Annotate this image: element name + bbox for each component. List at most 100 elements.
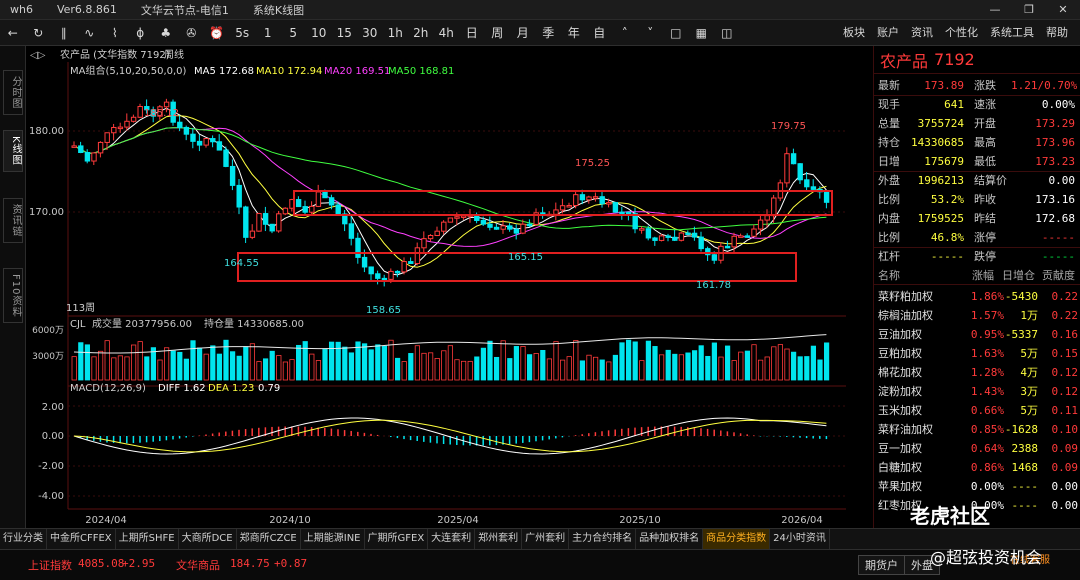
futures-account-button[interactable]: 期货户: [858, 555, 905, 575]
sector-row[interactable]: 苹果加权 0.00% ---- 0.00: [874, 477, 1080, 496]
bottom-tab-5[interactable]: 上期能源INE: [301, 529, 365, 549]
bottom-tab-1[interactable]: 中金所CFFEX: [47, 529, 116, 549]
tab-news-chain[interactable]: 资讯链: [3, 198, 23, 243]
sector-row[interactable]: 淀粉加权 1.43% 3万 0.12: [874, 382, 1080, 401]
trade-icon[interactable]: ✇: [179, 20, 205, 46]
quote-label: 内盘: [878, 212, 900, 225]
candle-body: [665, 235, 671, 238]
tick-icon[interactable]: ϕ: [128, 20, 154, 46]
volume-bar: [229, 351, 236, 381]
ma-group-label[interactable]: MA组合(5,10,20,50,0,0): [70, 64, 187, 77]
line-chart-icon[interactable]: ∿: [77, 20, 103, 46]
menu-news[interactable]: 资讯: [905, 20, 939, 46]
period-5[interactable]: 30: [357, 20, 383, 46]
quote-value: 3755724: [917, 117, 964, 130]
sector-row[interactable]: 菜籽粕加权 1.86% -5430 0.22: [874, 287, 1080, 306]
minimize-button[interactable]: —: [978, 0, 1012, 20]
bottom-tab-8[interactable]: 郑州套利: [475, 529, 523, 549]
kline-chart[interactable]: ◁▷ 农产品 (文华指数 7192) 周线 MA组合(5,10,20,50,0,…: [26, 46, 870, 528]
bottom-tab-12[interactable]: 商品分类指数: [703, 529, 771, 549]
volume-bar: [553, 341, 559, 381]
period-4[interactable]: 15: [332, 20, 358, 46]
sector-col-change[interactable]: 涨幅: [972, 266, 994, 285]
period-8[interactable]: 4h: [434, 20, 460, 46]
menu-help[interactable]: 帮助: [1040, 20, 1074, 46]
sector-row[interactable]: 玉米加权 0.66% 5万 0.11: [874, 401, 1080, 420]
bottom-tab-7[interactable]: 大连套利: [428, 529, 476, 549]
chart-expand-icon[interactable]: ◁▷: [30, 50, 46, 61]
menu-personalize[interactable]: 个性化: [939, 20, 984, 46]
menu-bankuai[interactable]: 板块: [837, 20, 871, 46]
system-kline-menu[interactable]: 系统K线图: [253, 2, 304, 18]
chart-icon[interactable]: ⌇: [102, 20, 128, 46]
sector-oi-change: 1468: [1011, 461, 1039, 474]
period-10[interactable]: 周: [485, 20, 511, 46]
period-0[interactable]: 5s: [230, 20, 256, 46]
period-7[interactable]: 2h: [408, 20, 434, 46]
vol-label[interactable]: CJL: [70, 319, 86, 330]
kline-icon[interactable]: ∥: [51, 20, 77, 46]
candle-body: [579, 194, 586, 201]
chevron-down-icon[interactable]: ˅: [638, 20, 664, 46]
sector-row[interactable]: 棕榈油加权 1.57% 1万 0.22: [874, 306, 1080, 325]
bottom-tab-11[interactable]: 品种加权排名: [636, 529, 704, 549]
volume-bar: [302, 341, 308, 381]
bottom-tab-9[interactable]: 广州套利: [522, 529, 570, 549]
close-button[interactable]: ✕: [1046, 0, 1080, 20]
sector-col-contrib[interactable]: 贡献度: [1042, 266, 1075, 285]
box-icon[interactable]: □: [663, 20, 689, 46]
macd-label[interactable]: MACD(12,26,9): [70, 383, 146, 394]
bottom-tab-13[interactable]: 24小时资讯: [770, 529, 830, 549]
chevron-up-icon[interactable]: ˄: [612, 20, 638, 46]
period-11[interactable]: 月: [510, 20, 536, 46]
period-14[interactable]: 自: [587, 20, 613, 46]
bottom-tab-6[interactable]: 广期所GFEX: [365, 529, 429, 549]
sector-row[interactable]: 豆粕加权 1.63% 5万 0.15: [874, 344, 1080, 363]
sector-col-oi[interactable]: 日增仓: [1002, 266, 1035, 285]
menu-system-tools[interactable]: 系统工具: [984, 20, 1040, 46]
refresh-icon[interactable]: ↻: [26, 20, 52, 46]
sector-row[interactable]: 豆油加权 0.95% -5337 0.16: [874, 325, 1080, 344]
period-12[interactable]: 季: [536, 20, 562, 46]
alarm-icon[interactable]: ♣: [153, 20, 179, 46]
tab-f10[interactable]: F10资料: [3, 268, 23, 324]
maximize-button[interactable]: ❐: [1012, 0, 1046, 20]
sector-change: 1.86%: [970, 290, 1004, 303]
candle-body: [757, 219, 764, 230]
bottom-tab-3[interactable]: 大商所DCE: [179, 529, 237, 549]
back-icon[interactable]: ←: [0, 20, 26, 46]
candle-body: [401, 261, 407, 273]
split-icon[interactable]: ◫: [714, 20, 740, 46]
bottom-tab-10[interactable]: 主力合约排名: [569, 529, 637, 549]
grid-icon[interactable]: ▦: [689, 20, 715, 46]
period-9[interactable]: 日: [459, 20, 485, 46]
tab-kline[interactable]: K线图: [3, 130, 23, 172]
period-2[interactable]: 5: [281, 20, 307, 46]
candle-body: [348, 223, 355, 239]
tab-timeshare[interactable]: 分时图: [3, 70, 23, 115]
quote-label: 总量: [878, 117, 900, 130]
period-1[interactable]: 1: [255, 20, 281, 46]
volume-bar: [434, 358, 440, 381]
period-6[interactable]: 1h: [383, 20, 409, 46]
candle-body: [592, 196, 599, 199]
chart-period-dropdown[interactable]: 周线: [164, 48, 184, 61]
menu-account[interactable]: 账户: [871, 20, 905, 46]
app-version: Ver6.8.861: [56, 3, 117, 16]
macd-y-neg4: -4.00: [38, 491, 64, 502]
bottom-tab-0[interactable]: 行业分类: [0, 529, 47, 549]
candle-body: [441, 221, 447, 232]
server-node[interactable]: 文华云节点-电信1: [141, 2, 229, 18]
clock-icon[interactable]: ⏰: [204, 20, 230, 46]
sector-row[interactable]: 白糖加权 0.86% 1468 0.09: [874, 458, 1080, 477]
period-13[interactable]: 年: [561, 20, 587, 46]
bottom-tab-4[interactable]: 郑商所CZCE: [237, 529, 301, 549]
sector-row[interactable]: 棉花加权 1.28% 4万 0.12: [874, 363, 1080, 382]
sector-col-name[interactable]: 名称: [878, 266, 900, 285]
bottom-tab-2[interactable]: 上期所SHFE: [116, 529, 179, 549]
volume-bar: [394, 357, 401, 381]
sector-row[interactable]: 豆一加权 0.64% 2388 0.09: [874, 439, 1080, 458]
period-3[interactable]: 10: [306, 20, 332, 46]
sector-row[interactable]: 菜籽油加权 0.85% -1628 0.10: [874, 420, 1080, 439]
candle-body: [282, 207, 289, 215]
